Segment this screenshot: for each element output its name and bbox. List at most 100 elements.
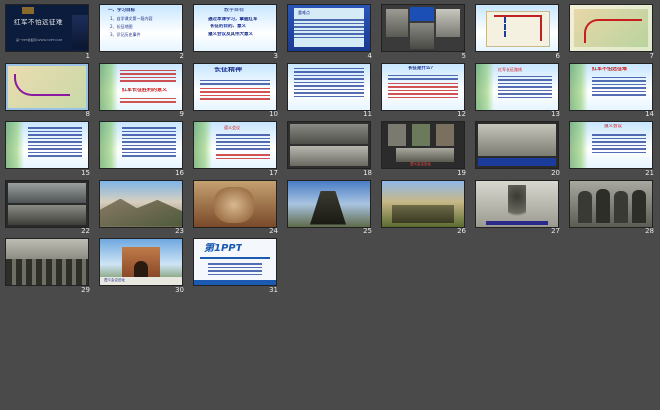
- slide-12[interactable]: 长征是什么？ 12: [378, 61, 472, 120]
- slide-16[interactable]: 16: [96, 119, 190, 178]
- slide-number: 24: [269, 227, 278, 235]
- slide-20[interactable]: 20: [472, 119, 566, 178]
- slide-number: 19: [457, 168, 466, 177]
- slide-14[interactable]: 红军不怕远征难 14: [566, 61, 660, 120]
- slide-thumbnail[interactable]: 遵义会议: [569, 121, 653, 169]
- slide-26[interactable]: 26: [378, 178, 472, 237]
- slide-number: 2: [179, 51, 184, 60]
- slide-31[interactable]: 第1PPT 31: [190, 236, 284, 295]
- slide-number: 12: [457, 110, 466, 118]
- slide-29[interactable]: 29: [2, 236, 96, 295]
- slide-24[interactable]: 24: [190, 178, 284, 237]
- slide-thumbnail[interactable]: [99, 179, 183, 228]
- slide-thumbnail[interactable]: [569, 179, 653, 228]
- emblem-icon: [22, 7, 34, 14]
- slide-thumbnail[interactable]: [287, 62, 371, 111]
- slide-thumbnail[interactable]: 长征精神: [193, 62, 277, 111]
- slide-number: 28: [645, 227, 654, 235]
- slide-caption: 遵义会议旧址: [104, 278, 125, 282]
- slide-thumbnail[interactable]: 遵义会议旧址: [381, 121, 465, 169]
- slide-number: 17: [269, 168, 278, 177]
- slide-number: 26: [457, 227, 466, 235]
- slide-thumbnail[interactable]: [287, 121, 371, 169]
- slide-thumbnail[interactable]: 重难点: [287, 4, 371, 52]
- slide-thumbnail[interactable]: 红军不怕远征难 第一PPT模板网-WWW.1PPT.COM: [5, 4, 89, 52]
- slide-thumbnail[interactable]: [99, 121, 183, 169]
- slide-thumbnail[interactable]: 红军长征路线: [475, 62, 559, 111]
- slide-11[interactable]: 11: [284, 61, 378, 120]
- slide-13[interactable]: 红军长征路线 13: [472, 61, 566, 120]
- slide-7[interactable]: 7: [566, 2, 660, 61]
- slide-heading: 一、学习目标: [108, 8, 135, 13]
- slide-thumbnail[interactable]: [287, 179, 371, 228]
- slide-15[interactable]: 15: [2, 119, 96, 178]
- slide-thumbnail[interactable]: [381, 4, 465, 52]
- slide-thumbnail[interactable]: [475, 121, 559, 169]
- slide-number: 6: [555, 51, 560, 60]
- slide-25[interactable]: 25: [284, 178, 378, 237]
- slide-number: 7: [649, 51, 654, 60]
- slide-28[interactable]: 28: [566, 178, 660, 237]
- slide-heading: 红军长征胜利的意义: [122, 87, 168, 93]
- slide-title: 红军不怕远征难: [14, 19, 63, 26]
- slide-thumbnail[interactable]: [475, 179, 559, 228]
- slide-number: 29: [81, 285, 90, 294]
- slide-thumbnail[interactable]: [193, 179, 277, 228]
- slide-thumbnail[interactable]: 一、学习目标 1、自学课文第一段内容 2、长征地图 3、识记历史事件: [99, 4, 183, 52]
- slide-heading: 遵义会议: [224, 125, 240, 130]
- slide-number: 11: [363, 110, 372, 118]
- slide-heading: 重难点: [298, 10, 310, 15]
- slide-number: 22: [81, 227, 90, 235]
- slide-number: 18: [363, 168, 372, 177]
- slide-thumbnail[interactable]: 第1PPT: [193, 238, 277, 286]
- slide-subtitle: 第一PPT模板网-WWW.1PPT.COM: [16, 38, 63, 42]
- slide-thumbnail[interactable]: [381, 179, 465, 228]
- slide-heading: 教学目标: [224, 8, 245, 13]
- slide-thumbnail[interactable]: [5, 62, 89, 111]
- slide-number: 25: [363, 227, 372, 235]
- slide-number: 10: [269, 110, 278, 118]
- slide-23[interactable]: 23: [96, 178, 190, 237]
- slide-1[interactable]: 红军不怕远征难 第一PPT模板网-WWW.1PPT.COM 1: [2, 2, 96, 61]
- slide-number: 4: [367, 51, 372, 60]
- slide-4[interactable]: 重难点 4: [284, 2, 378, 61]
- slide-10[interactable]: 长征精神 10: [190, 61, 284, 120]
- slide-9[interactable]: 红军长征胜利的意义 9: [96, 61, 190, 120]
- slide-21[interactable]: 遵义会议 21: [566, 119, 660, 178]
- slide-5[interactable]: 5: [378, 2, 472, 61]
- slide-number: 1: [85, 51, 90, 60]
- slide-thumbnail[interactable]: [5, 179, 89, 228]
- slide-3[interactable]: 教学目标 通过本课学习，掌握红军 长征的目的、意义 遵义会议及其伟大意义 3: [190, 2, 284, 61]
- slide-2[interactable]: 一、学习目标 1、自学课文第一段内容 2、长征地图 3、识记历史事件 2: [96, 2, 190, 61]
- slide-18[interactable]: 18: [284, 119, 378, 178]
- slide-22[interactable]: 22: [2, 178, 96, 237]
- slide-thumbnail[interactable]: [475, 4, 559, 52]
- slide-number: 21: [645, 168, 654, 177]
- slide-sorter-grid: 红军不怕远征难 第一PPT模板网-WWW.1PPT.COM 1 一、学习目标 1…: [2, 2, 660, 295]
- slide-8[interactable]: 8: [2, 61, 96, 120]
- slide-thumbnail[interactable]: 红军长征胜利的意义: [99, 62, 183, 111]
- slide-17[interactable]: 遵义会议 17: [190, 119, 284, 178]
- slide-30[interactable]: 遵义会议旧址 30: [96, 236, 190, 295]
- slide-6[interactable]: 6: [472, 2, 566, 61]
- slide-27[interactable]: 27: [472, 178, 566, 237]
- slide-thumbnail[interactable]: 遵义会议旧址: [99, 238, 183, 286]
- slide-number: 5: [461, 51, 466, 60]
- slide-number: 3: [273, 51, 278, 60]
- slide-heading: 长征精神: [214, 66, 242, 72]
- slide-caption: 遵义会议旧址: [410, 162, 431, 166]
- slide-thumbnail[interactable]: 长征是什么？: [381, 62, 465, 111]
- slide-thumbnail[interactable]: [5, 121, 89, 169]
- slide-thumbnail[interactable]: [5, 238, 89, 286]
- slide-thumbnail[interactable]: [569, 4, 653, 52]
- slide-number: 13: [551, 110, 560, 118]
- slide-number: 27: [551, 227, 560, 235]
- slide-thumbnail[interactable]: 教学目标 通过本课学习，掌握红军 长征的目的、意义 遵义会议及其伟大意义: [193, 4, 277, 52]
- slide-19[interactable]: 遵义会议旧址 19: [378, 119, 472, 178]
- slide-thumbnail[interactable]: 红军不怕远征难: [569, 62, 653, 111]
- slide-thumbnail[interactable]: 遵义会议: [193, 121, 277, 169]
- slide-number: 23: [175, 227, 184, 235]
- slide-number: 14: [645, 110, 654, 118]
- slide-heading: 红军长征路线: [498, 66, 522, 72]
- slide-number: 16: [175, 168, 184, 177]
